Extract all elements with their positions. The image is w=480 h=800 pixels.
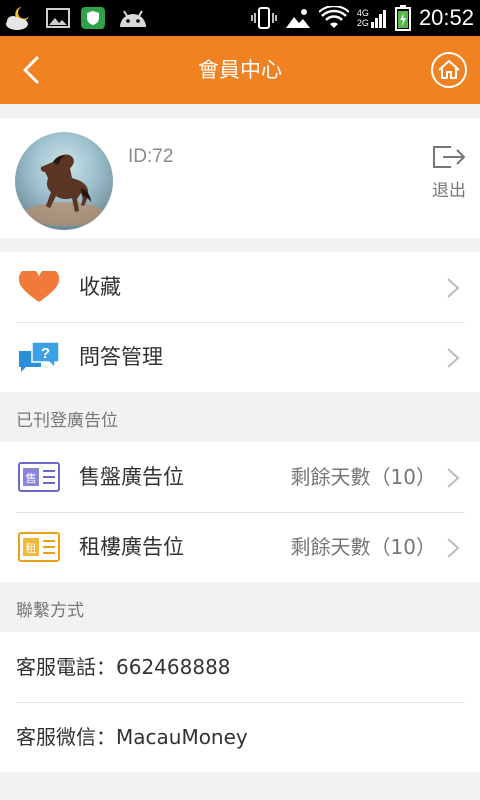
ad-item-label: 租樓廣告位: [79, 535, 184, 559]
logout-button[interactable]: 退出: [428, 144, 470, 201]
logout-label: 退出: [432, 181, 466, 201]
shield-app-icon: [81, 7, 105, 29]
profile-card: ID:72 退出: [0, 118, 480, 238]
network-4g-label: 4G: [356, 8, 369, 18]
status-time: 20:52: [418, 5, 474, 30]
svg-text:售: 售: [26, 471, 37, 485]
battery-icon: [394, 5, 411, 31]
image-icon: [46, 8, 70, 28]
chevron-right-icon: [447, 468, 460, 488]
contact-wechat-text: 客服微信：MacauMoney: [16, 725, 248, 749]
ad-item-label: 售盤廣告位: [79, 465, 184, 489]
ads-list: 售 售盤廣告位 剩餘天數（10） 租 租樓廣告位 剩餘天數（10）: [0, 442, 480, 582]
user-id: ID:72: [128, 146, 174, 167]
ad-item-sale[interactable]: 售 售盤廣告位 剩餘天數（10）: [0, 442, 480, 512]
chevron-right-icon: [447, 538, 460, 558]
signal-icon: [370, 10, 386, 28]
network-type: 4G 2G: [357, 8, 387, 28]
svg-text:?: ?: [41, 345, 50, 362]
days-remaining: 剩餘天數（10）: [290, 465, 436, 489]
qa-chat-icon: ?: [19, 341, 60, 372]
contact-phone-text: 客服電話：662468888: [16, 655, 231, 679]
logout-icon: [433, 146, 465, 168]
contact-list: 客服電話：662468888 客服微信：MacauMoney: [0, 632, 480, 772]
status-bar-system: 4G 2G 20:52: [251, 0, 474, 36]
header-bar: 會員中心: [0, 36, 480, 104]
section-title-contact: 聯繫方式: [16, 601, 84, 621]
contact-phone[interactable]: 客服電話：662468888: [0, 632, 480, 702]
vibrate-icon: [251, 7, 277, 29]
member-menu: 收藏 ? 問答管理: [0, 252, 480, 392]
svg-text:租: 租: [26, 542, 37, 555]
page-title: 會員中心: [198, 58, 282, 82]
contact-wechat[interactable]: 客服微信：MacauMoney: [0, 702, 480, 772]
home-button[interactable]: [430, 51, 468, 89]
avatar[interactable]: [15, 132, 113, 230]
rent-ad-icon: 租: [18, 532, 60, 562]
wifi-icon: [318, 6, 349, 28]
status-bar-notifications: [4, 4, 150, 32]
section-title-ads: 已刊登廣告位: [16, 411, 118, 431]
menu-item-favorites[interactable]: 收藏: [0, 252, 480, 322]
menu-item-qa[interactable]: ? 問答管理: [0, 322, 480, 392]
photo-icon: [285, 9, 310, 28]
weather-icon: [6, 7, 29, 30]
menu-item-label: 問答管理: [79, 345, 163, 369]
days-remaining: 剩餘天數（10）: [290, 535, 436, 559]
sale-ad-icon: 售: [18, 462, 60, 492]
chevron-right-icon: [447, 348, 460, 368]
android-icon: [120, 10, 146, 27]
ad-item-rent[interactable]: 租 租樓廣告位 剩餘天數（10）: [0, 512, 480, 582]
status-bar: 4G 2G 20:52: [0, 0, 480, 36]
heart-icon: [18, 271, 60, 302]
menu-item-label: 收藏: [79, 275, 121, 299]
network-2g-label: 2G: [356, 18, 369, 28]
horse-avatar-image: [25, 154, 105, 226]
chevron-right-icon: [447, 278, 460, 298]
